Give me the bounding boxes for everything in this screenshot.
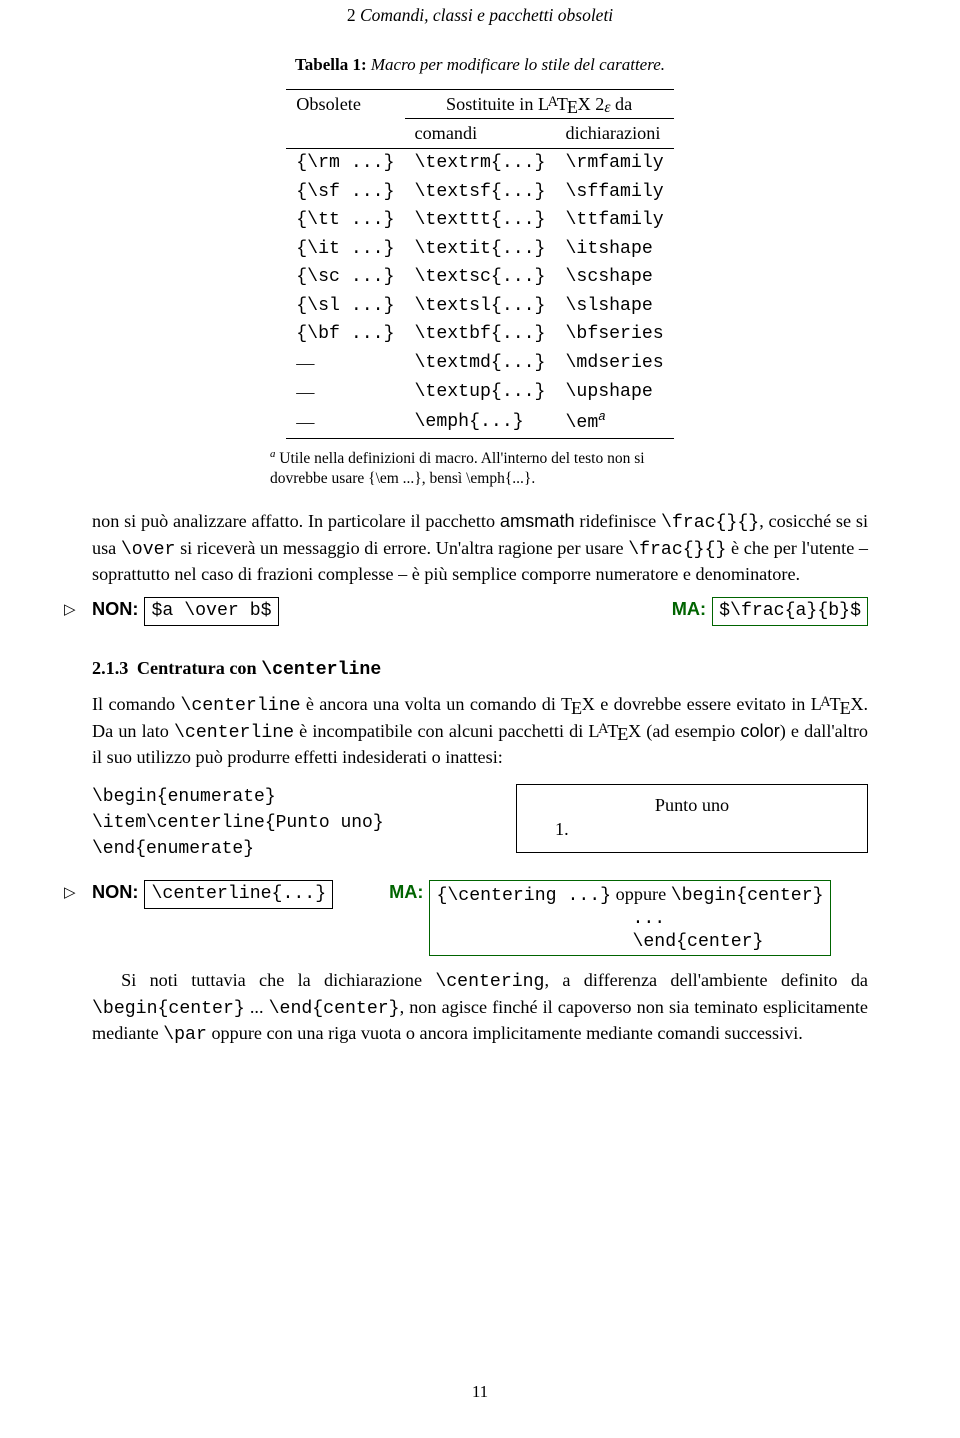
table-cell: \textup{...}	[405, 378, 556, 407]
non-code: \centerline{...}	[144, 880, 333, 909]
example-output: Punto uno 1.	[516, 784, 868, 853]
triangle-icon: ▷	[64, 600, 76, 620]
table-cell: \ema	[555, 406, 673, 438]
running-header-text: Comandi, classi e pacchetti obsoleti	[360, 5, 613, 25]
tex-logo: TEX	[561, 694, 595, 714]
table-cell: \textit{...}	[405, 235, 556, 264]
non-code: $a \over b$	[144, 597, 278, 626]
running-header: 2 Comandi, classi e pacchetti obsoleti	[92, 4, 868, 28]
table-cell: \bfseries	[555, 320, 673, 349]
table-caption-text: Macro per modificare lo stile del caratt…	[371, 55, 665, 74]
subsection-heading: 2.1.3 Centratura con \centerline	[92, 656, 868, 683]
table-cell: {\sl ...}	[286, 292, 404, 321]
output-centered-text: Punto uno	[527, 793, 857, 818]
table-cell: \rmfamily	[555, 149, 673, 178]
table-caption-label: Tabella 1:	[295, 55, 367, 74]
table-cell: {\it ...}	[286, 235, 404, 264]
latex-logo: LATEX	[811, 694, 864, 714]
table-cell: \upshape	[555, 378, 673, 407]
paragraph: Il comando \centerline è ancora una volt…	[92, 692, 868, 770]
table-footnote: a Utile nella definizioni di macro. All'…	[270, 447, 690, 489]
ma-label: MA:	[389, 880, 423, 905]
table-cell: \itshape	[555, 235, 673, 264]
paragraph: Si noti tuttavia che la dichiarazione \c…	[92, 968, 868, 1048]
latex-logo: LATEX 2ε	[538, 94, 611, 114]
table-cell: \emph{...}	[405, 406, 556, 438]
ma-code: {\centering ...} oppure \begin{center} .…	[429, 880, 830, 956]
table-cell: \textmd{...}	[405, 349, 556, 378]
table-cell: {\sc ...}	[286, 263, 404, 292]
page-number: 11	[0, 1381, 960, 1404]
table-cell: {\bf ...}	[286, 320, 404, 349]
non-ma-row: ▷ NON: \centerline{...} MA: {\centering …	[92, 880, 868, 956]
non-label: NON:	[92, 597, 138, 622]
table-cell: {\sf ...}	[286, 178, 404, 207]
non-label: NON:	[92, 880, 138, 905]
table-cell: \texttt{...}	[405, 206, 556, 235]
example-input: \begin{enumerate} \item\centerline{Punto…	[92, 784, 480, 862]
table-cell: \scshape	[555, 263, 673, 292]
table-cell: —	[286, 378, 404, 407]
table-cell: \slshape	[555, 292, 673, 321]
ma-code: $\frac{a}{b}$	[712, 597, 868, 626]
table-cell: {\tt ...}	[286, 206, 404, 235]
subsection-number: 2.1.3	[92, 658, 128, 678]
table-cell: \sffamily	[555, 178, 673, 207]
font-table: Obsolete Sostituite in LATEX 2ε da coman…	[286, 89, 673, 439]
th-commands: comandi	[405, 119, 556, 149]
th-declarations: dichiarazioni	[555, 119, 673, 149]
table-cell: \mdseries	[555, 349, 673, 378]
table-cell: —	[286, 406, 404, 438]
th-obsolete: Obsolete	[286, 89, 404, 119]
latex-logo: LATEX	[588, 721, 641, 741]
triangle-icon: ▷	[64, 883, 76, 903]
ma-label: MA:	[672, 597, 706, 622]
table-caption: Tabella 1: Macro per modificare lo stile…	[92, 54, 868, 77]
example-block: \begin{enumerate} \item\centerline{Punto…	[92, 784, 868, 862]
non-ma-row: ▷ NON: $a \over b$ MA: $\frac{a}{b}$	[92, 597, 868, 626]
table-cell: \ttfamily	[555, 206, 673, 235]
table-cell: \textsl{...}	[405, 292, 556, 321]
th-replace: Sostituite in LATEX 2ε da	[405, 89, 674, 119]
output-item-number: 1.	[527, 817, 857, 842]
table-cell: —	[286, 349, 404, 378]
table-cell: {\rm ...}	[286, 149, 404, 178]
pkg-color: color	[740, 721, 779, 741]
table-cell: \textrm{...}	[405, 149, 556, 178]
table-cell: \textsc{...}	[405, 263, 556, 292]
paragraph: non si può analizzare affatto. In partic…	[92, 509, 868, 587]
table-cell: \textsf{...}	[405, 178, 556, 207]
running-header-number: 2	[347, 5, 356, 25]
pkg-amsmath: amsmath	[500, 511, 575, 531]
table-cell: \textbf{...}	[405, 320, 556, 349]
